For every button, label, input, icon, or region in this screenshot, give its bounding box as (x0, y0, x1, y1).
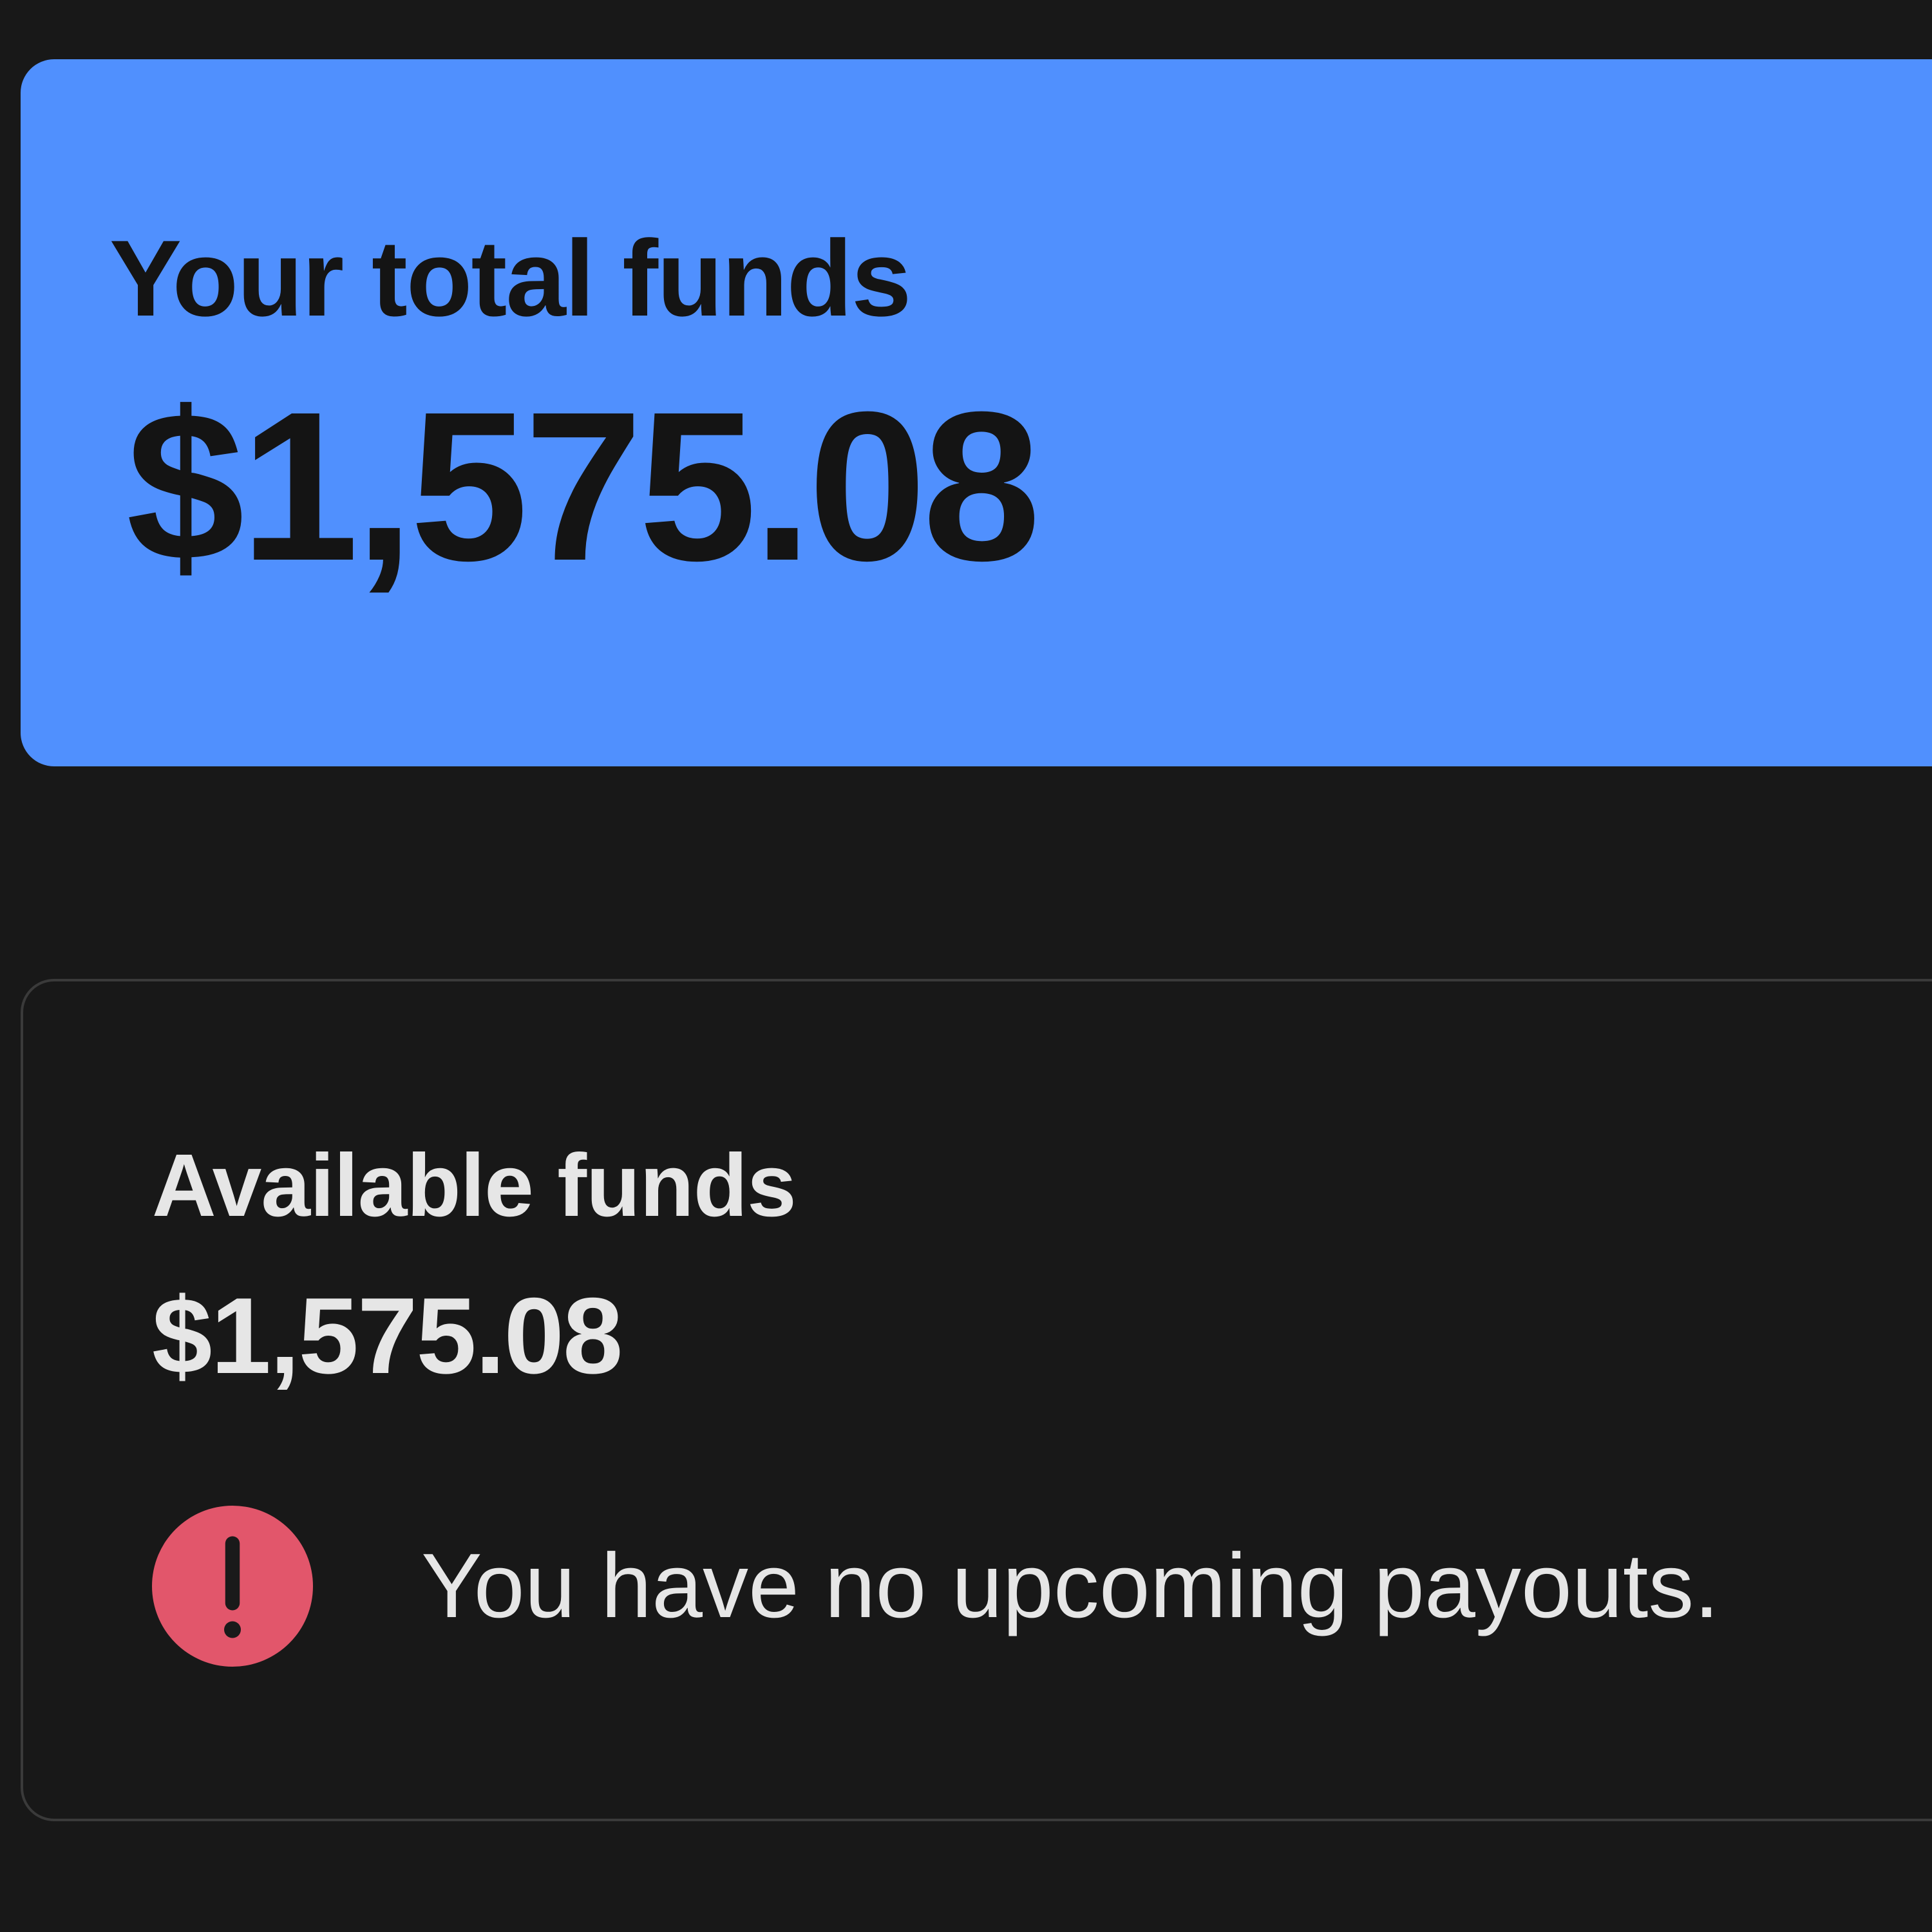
available-funds-card (21, 979, 1932, 1821)
payout-notice: You have no upcoming payouts. (152, 1506, 1719, 1667)
alert-circle-icon (152, 1506, 313, 1667)
funds-page: Your total funds $1,575.08 Available fun… (0, 0, 1932, 1932)
payout-notice-message: You have no upcoming payouts. (421, 1535, 1719, 1637)
total-funds-label: Your total funds (109, 218, 911, 339)
available-funds-amount: $1,575.08 (152, 1275, 623, 1396)
total-funds-amount: $1,575.08 (126, 367, 1041, 605)
available-funds-label: Available funds (152, 1136, 797, 1235)
